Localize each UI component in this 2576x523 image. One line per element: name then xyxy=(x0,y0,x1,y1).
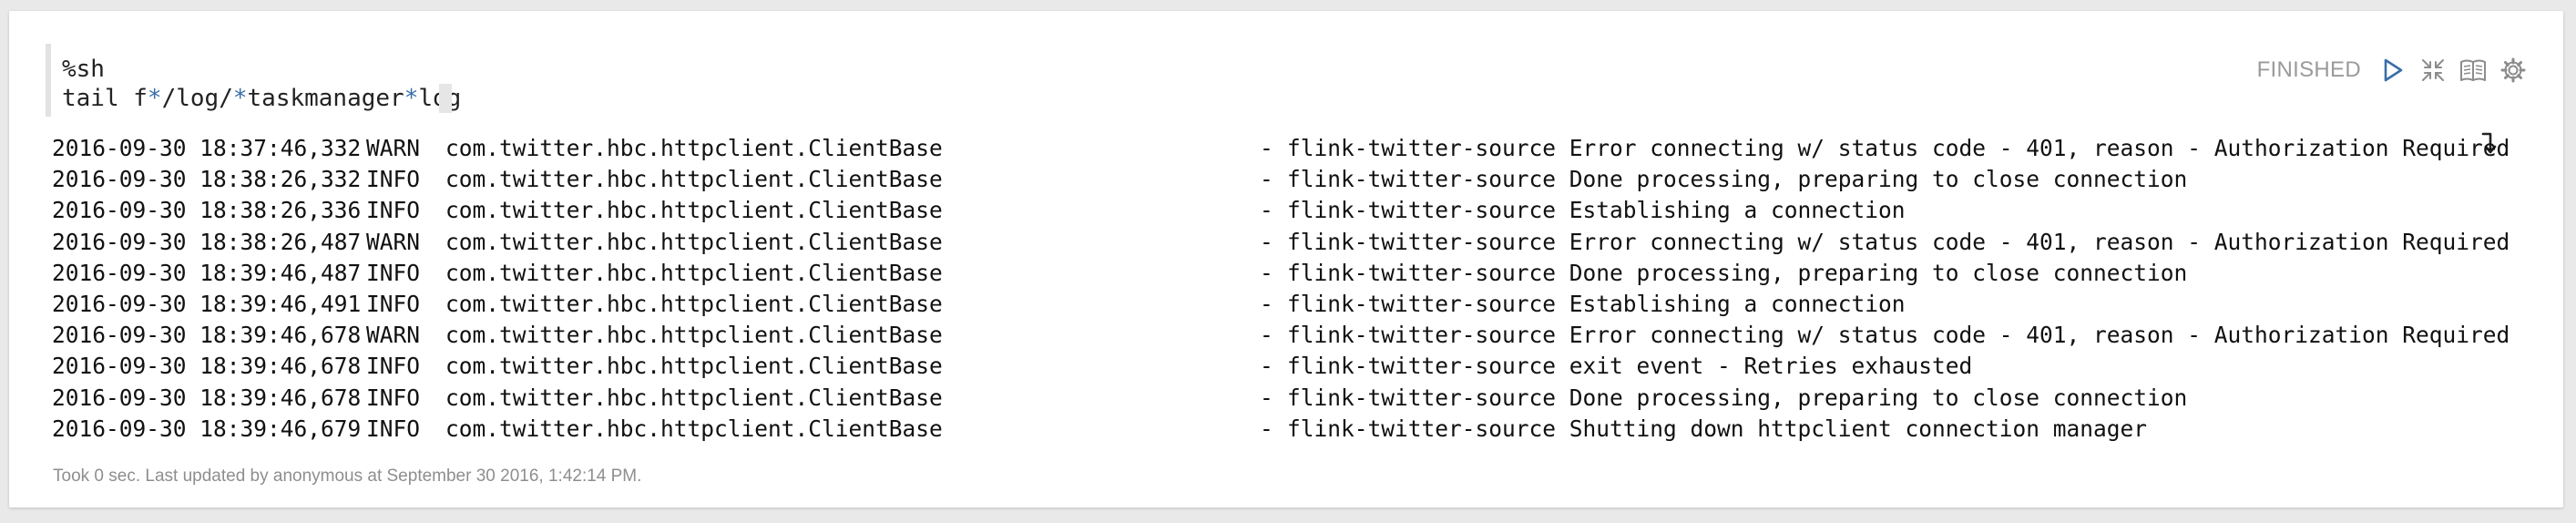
code-operator: * xyxy=(147,85,162,112)
status-label: FINISHED xyxy=(2256,57,2361,82)
log-separator: - xyxy=(1260,259,1273,286)
log-class: com.twitter.hbc.httpclient.ClientBase xyxy=(445,135,943,161)
log-message: flink-twitter-source Error connecting w/… xyxy=(1287,228,2510,255)
log-class: com.twitter.hbc.httpclient.ClientBase xyxy=(445,228,943,255)
notebook-paragraph: %sh tail f*/log/*taskmanager*log FINISHE… xyxy=(9,11,2563,508)
log-separator: - xyxy=(1260,166,1273,193)
log-separator: - xyxy=(1260,135,1273,161)
log-message: flink-twitter-source Establishing a conn… xyxy=(1287,197,1906,224)
code-editor[interactable]: %sh tail f*/log/*taskmanager*log xyxy=(46,44,461,117)
log-class: com.twitter.hbc.httpclient.ClientBase xyxy=(445,415,943,442)
log-class: com.twitter.hbc.httpclient.ClientBase xyxy=(445,290,943,317)
log-message: flink-twitter-source Done processing, pr… xyxy=(1287,259,2188,286)
execution-footer: Took 0 sec. Last updated by anonymous at… xyxy=(53,467,642,486)
log-level: INFO xyxy=(366,290,421,317)
log-date: 2016-09-30 18:38:26,487 xyxy=(52,228,362,255)
book-icon[interactable] xyxy=(2459,56,2487,84)
log-date: 2016-09-30 18:38:26,332 xyxy=(52,166,362,193)
log-separator: - xyxy=(1260,322,1273,349)
code-token: /log/ xyxy=(161,85,233,112)
log-level: WARN xyxy=(366,228,421,255)
log-message: flink-twitter-source Establishing a conn… xyxy=(1287,290,1906,317)
log-separator: - xyxy=(1260,197,1273,224)
log-class: com.twitter.hbc.httpclient.ClientBase xyxy=(445,197,943,224)
gear-icon[interactable] xyxy=(2499,56,2527,84)
log-class: com.twitter.hbc.httpclient.ClientBase xyxy=(445,166,943,193)
log-class: com.twitter.hbc.httpclient.ClientBase xyxy=(445,384,943,411)
log-message: flink-twitter-source Done processing, pr… xyxy=(1287,166,2188,193)
log-message: flink-twitter-source Shutting down httpc… xyxy=(1287,415,2148,442)
log-class: com.twitter.hbc.httpclient.ClientBase xyxy=(445,322,943,349)
log-date: 2016-09-30 18:38:26,336 xyxy=(52,197,362,224)
log-separator: - xyxy=(1260,290,1273,317)
log-level: INFO xyxy=(366,415,421,442)
log-level: WARN xyxy=(366,135,421,161)
log-separator: - xyxy=(1260,415,1273,442)
editor-line-2[interactable]: tail f*/log/*taskmanager*log xyxy=(62,84,461,113)
log-class: com.twitter.hbc.httpclient.ClientBase xyxy=(445,353,943,380)
log-separator: - xyxy=(1260,228,1273,255)
log-level: INFO xyxy=(366,384,421,411)
log-class: com.twitter.hbc.httpclient.ClientBase xyxy=(445,259,943,286)
paragraph-controls: FINISHED xyxy=(2257,54,2527,87)
log-level: INFO xyxy=(366,259,421,286)
log-message: flink-twitter-source Error connecting w/… xyxy=(1287,135,2510,161)
collapse-icon[interactable] xyxy=(2419,56,2447,84)
editor-cursor xyxy=(439,84,452,113)
log-level: INFO xyxy=(366,197,421,224)
log-separator: - xyxy=(1260,384,1273,411)
log-date: 2016-09-30 18:39:46,491 xyxy=(52,290,362,317)
log-message: flink-twitter-source Done processing, pr… xyxy=(1287,384,2188,411)
log-level: INFO xyxy=(366,353,421,380)
log-date: 2016-09-30 18:39:46,678 xyxy=(52,322,362,349)
log-date: 2016-09-30 18:39:46,678 xyxy=(52,384,362,411)
code-token: tail f xyxy=(62,85,148,112)
code-token: taskmanager xyxy=(247,85,404,112)
log-date: 2016-09-30 18:37:46,332 xyxy=(52,135,362,161)
log-level: INFO xyxy=(366,166,421,193)
play-icon[interactable] xyxy=(2379,56,2407,84)
log-date: 2016-09-30 18:39:46,487 xyxy=(52,259,362,286)
code-operator: * xyxy=(232,85,248,112)
log-date: 2016-09-30 18:39:46,678 xyxy=(52,353,362,380)
log-message: flink-twitter-source exit event - Retrie… xyxy=(1287,353,1973,380)
log-date: 2016-09-30 18:39:46,679 xyxy=(52,415,362,442)
log-level: WARN xyxy=(366,322,421,349)
log-separator: - xyxy=(1260,353,1273,380)
log-message: flink-twitter-source Error connecting w/… xyxy=(1287,322,2510,349)
code-operator: * xyxy=(404,85,419,112)
editor-line-1[interactable]: %sh xyxy=(62,55,105,84)
